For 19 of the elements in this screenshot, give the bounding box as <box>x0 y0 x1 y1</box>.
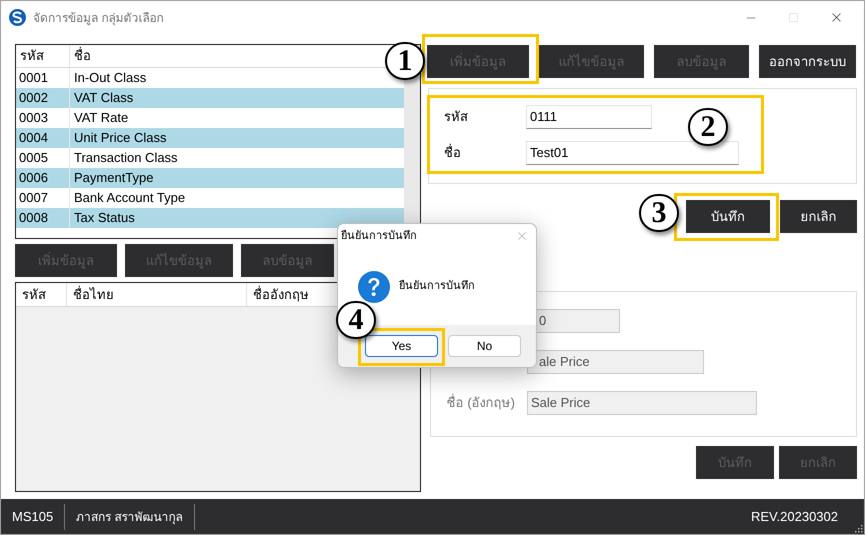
table-cell-text: Transaction Class <box>73 149 179 168</box>
field-label: ชื่อ <box>443 143 462 162</box>
table-cell-text: Unit Price Class <box>73 129 168 148</box>
window-title: จัดการข้อมูล กลุ่มตัวเลือก <box>33 10 164 26</box>
status-revision: REV.20230302 <box>751 508 838 526</box>
step-callout-tooltip: 3 <box>639 194 679 232</box>
table-cell: 0008 <box>16 208 70 228</box>
step-callout-tooltip: 2 <box>688 108 728 146</box>
table-cell-text: VAT Class <box>73 89 134 108</box>
dialog-title: ยืนยันการบันทึก <box>341 228 417 244</box>
table-cell-text: VAT Rate <box>73 109 130 128</box>
table-cell-text: In-Out Class <box>73 69 148 88</box>
field-label: ชื่อ (อังกฤษ) <box>446 393 515 412</box>
status-user: ภาสกร สราพัฒนากุล <box>75 508 184 526</box>
table-cell-text: Tax Status <box>73 209 136 228</box>
status-code: MS105 <box>11 508 54 526</box>
table-cell-text: Bank Account Type <box>73 189 186 208</box>
table-cell-text: PaymentType <box>73 169 154 188</box>
field-label: รหัส <box>443 108 469 126</box>
